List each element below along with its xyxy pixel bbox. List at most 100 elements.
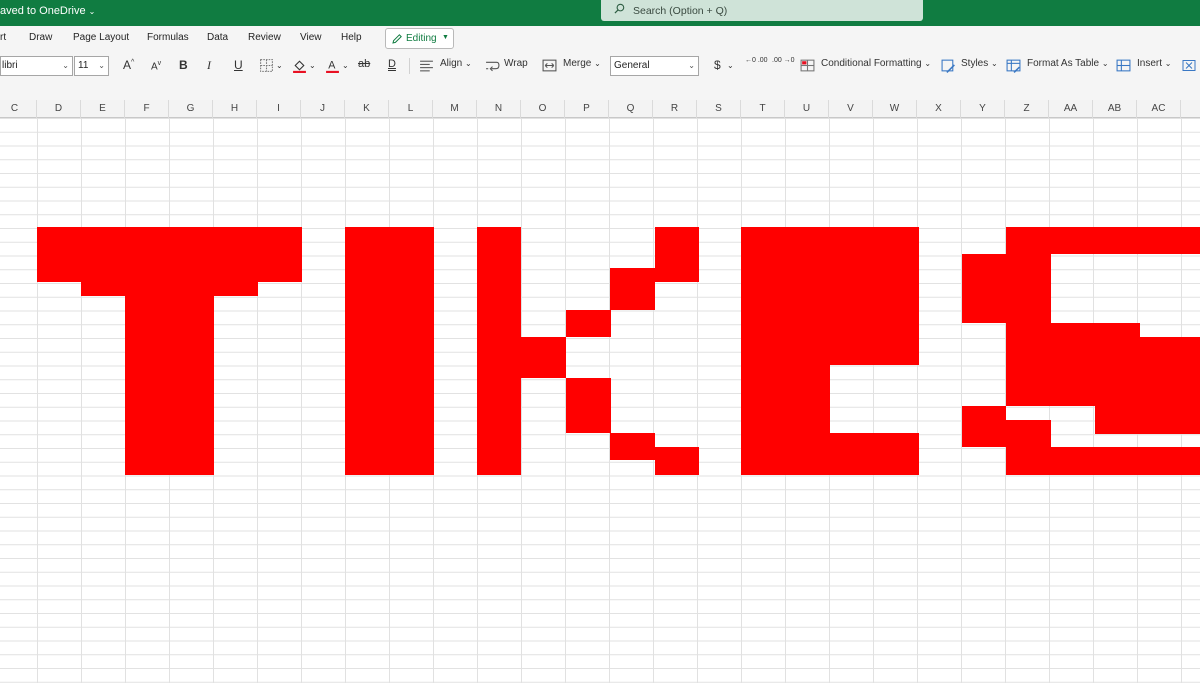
red-filled-cell[interactable] <box>655 447 699 475</box>
column-header-t[interactable]: T <box>741 100 785 118</box>
insert-cells-icon[interactable] <box>1116 58 1131 73</box>
bold-button[interactable]: B <box>179 58 188 72</box>
italic-button[interactable]: I <box>207 58 211 73</box>
red-filled-cell[interactable] <box>741 227 919 323</box>
column-header-v[interactable]: V <box>829 100 873 118</box>
formula-bar-area <box>0 80 1200 100</box>
column-header-e[interactable]: E <box>81 100 125 118</box>
column-header-w[interactable]: W <box>873 100 917 118</box>
conditional-formatting-button[interactable]: Conditional Formatting ⌄ <box>821 58 931 69</box>
column-header-k[interactable]: K <box>345 100 389 118</box>
chevron-down-icon[interactable]: ⌄ <box>276 61 283 70</box>
underline-button[interactable]: U <box>234 58 243 72</box>
borders-icon[interactable] <box>259 58 274 73</box>
tab-page-layout[interactable]: Page Layout <box>73 32 129 43</box>
decrease-decimal-button[interactable]: .00 →0 <box>772 57 795 65</box>
tab-data[interactable]: Data <box>207 32 228 43</box>
format-as-table-button[interactable]: Format As Table ⌄ <box>1027 58 1109 69</box>
merge-icon[interactable] <box>542 58 557 73</box>
editing-mode-button[interactable]: Editing ▼ <box>385 28 454 49</box>
column-header-j[interactable]: J <box>301 100 345 118</box>
column-header-d[interactable]: D <box>37 100 81 118</box>
red-filled-cell[interactable] <box>610 433 655 460</box>
column-header-h[interactable]: H <box>213 100 257 118</box>
column-header-ac[interactable]: AC <box>1137 100 1181 118</box>
column-header-q[interactable]: Q <box>609 100 653 118</box>
grow-font-button[interactable]: A^ <box>123 58 134 72</box>
double-underline-button[interactable]: D <box>388 58 396 70</box>
format-as-table-icon[interactable] <box>1006 58 1021 73</box>
font-color-icon[interactable]: A <box>325 58 340 73</box>
column-header-y[interactable]: Y <box>961 100 1005 118</box>
saved-status[interactable]: aved to OneDrive ⌄ <box>0 5 95 17</box>
align-button[interactable]: Align ⌄ <box>440 58 472 69</box>
red-filled-cell[interactable] <box>1006 227 1200 254</box>
tab-help[interactable]: Help <box>341 32 362 43</box>
wrap-text-icon[interactable] <box>485 58 500 73</box>
chevron-down-icon: ⌄ <box>924 59 932 68</box>
font-name-select[interactable]: libri ⌄ <box>0 56 73 76</box>
styles-icon[interactable] <box>941 58 956 73</box>
column-header-c[interactable]: C <box>0 100 37 118</box>
red-filled-cell[interactable] <box>125 282 214 475</box>
column-header-r[interactable]: R <box>653 100 697 118</box>
chevron-down-icon[interactable]: ⌄ <box>342 61 349 70</box>
wrap-button[interactable]: Wrap <box>504 58 528 69</box>
insert-button[interactable]: Insert ⌄ <box>1137 58 1172 69</box>
tab-review[interactable]: Review <box>248 32 281 43</box>
tab-draw[interactable]: Draw <box>29 32 52 43</box>
increase-decimal-button[interactable]: ←0 .00 <box>745 57 768 65</box>
red-filled-cell[interactable] <box>1006 323 1140 338</box>
column-header-x[interactable]: X <box>917 100 961 118</box>
merge-button[interactable]: Merge ⌄ <box>563 58 601 69</box>
conditional-formatting-icon[interactable] <box>800 58 815 73</box>
delete-cells-icon[interactable] <box>1182 58 1196 73</box>
chevron-down-icon[interactable]: ⌄ <box>727 61 734 70</box>
chevron-down-icon[interactable]: ⌄ <box>309 61 316 70</box>
red-filled-cell[interactable] <box>345 227 434 475</box>
red-filled-cell[interactable] <box>521 337 566 378</box>
strikethrough-button[interactable]: ab <box>358 58 370 70</box>
column-header-s[interactable]: S <box>697 100 741 118</box>
styles-button[interactable]: Styles ⌄ <box>961 58 998 69</box>
shrink-font-button[interactable]: Av <box>151 60 161 72</box>
search-box[interactable]: Search (Option + Q) <box>601 0 923 21</box>
fill-color-icon[interactable] <box>292 58 307 73</box>
red-filled-cell[interactable] <box>566 310 611 337</box>
red-filled-cell[interactable] <box>610 268 655 310</box>
chevron-down-icon: ▼ <box>442 34 449 41</box>
red-filled-cell[interactable] <box>962 254 1051 323</box>
column-header-z[interactable]: Z <box>1005 100 1049 118</box>
align-icon[interactable] <box>419 58 434 73</box>
red-filled-cell[interactable] <box>655 227 699 282</box>
red-filled-cell[interactable] <box>1051 447 1200 475</box>
red-filled-cell[interactable] <box>477 227 521 475</box>
red-filled-cell[interactable] <box>1006 420 1051 475</box>
tab-view[interactable]: View <box>300 32 322 43</box>
format-as-table-label: Format As Table <box>1027 58 1100 69</box>
red-filled-cell[interactable] <box>962 406 1006 447</box>
red-filled-cell[interactable] <box>1095 406 1200 434</box>
currency-button[interactable]: $ <box>714 58 721 72</box>
column-header-i[interactable]: I <box>257 100 301 118</box>
column-header-n[interactable]: N <box>477 100 521 118</box>
column-header-aa[interactable]: AA <box>1049 100 1093 118</box>
tab-insert[interactable]: rt <box>0 32 6 43</box>
column-header-o[interactable]: O <box>521 100 565 118</box>
column-header-f[interactable]: F <box>125 100 169 118</box>
column-header-ab[interactable]: AB <box>1093 100 1137 118</box>
font-size-select[interactable]: 11 ⌄ <box>74 56 109 76</box>
red-filled-cell[interactable] <box>741 323 830 434</box>
column-header-l[interactable]: L <box>389 100 433 118</box>
tab-formulas[interactable]: Formulas <box>147 32 189 43</box>
red-filled-cell[interactable] <box>566 378 611 433</box>
column-header-u[interactable]: U <box>785 100 829 118</box>
red-filled-cell[interactable] <box>830 323 919 365</box>
number-format-select[interactable]: General ⌄ <box>610 56 699 76</box>
red-filled-cell[interactable] <box>1006 337 1200 406</box>
column-header-g[interactable]: G <box>169 100 213 118</box>
spreadsheet-grid[interactable] <box>0 118 1200 683</box>
column-header-m[interactable]: M <box>433 100 477 118</box>
column-header-p[interactable]: P <box>565 100 609 118</box>
red-filled-cell[interactable] <box>741 433 919 475</box>
